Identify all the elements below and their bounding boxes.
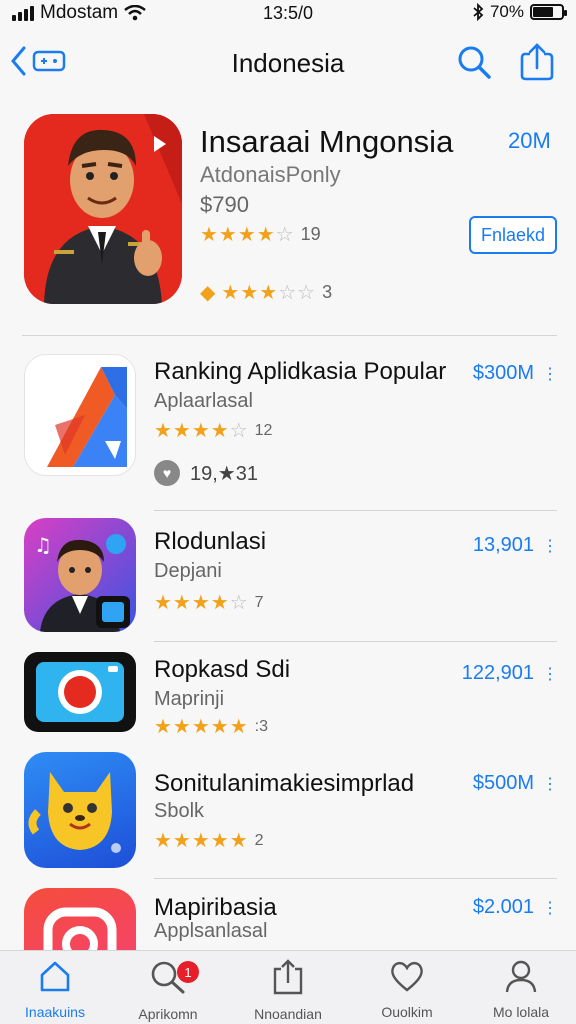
- tab-profile[interactable]: Mo lolala: [466, 959, 576, 1020]
- star-rating: ★★★★★: [154, 830, 249, 852]
- search-icon[interactable]: [456, 44, 492, 80]
- featured-app-secondary-rating: ◆ ★★★☆☆ 3: [200, 280, 332, 305]
- battery-icon: [530, 4, 567, 20]
- app-icon[interactable]: ♫: [24, 518, 136, 632]
- battery-percent: 70%: [489, 2, 524, 21]
- share-icon[interactable]: [518, 42, 556, 82]
- tab-label: Ouolkim: [381, 1004, 433, 1020]
- tab-label: Mo lolala: [492, 1004, 550, 1020]
- rating-count: 2: [254, 831, 264, 849]
- star-rating: ★★★★☆: [200, 224, 295, 246]
- app-rating: ★★★★★ 2: [154, 828, 264, 853]
- app-name[interactable]: Ropkasd Sdi: [154, 656, 290, 684]
- featured-app-name[interactable]: Insaraai Mngonsia: [200, 124, 453, 160]
- notification-badge: 1: [177, 961, 199, 983]
- app-subtitle: Depjani: [154, 560, 222, 582]
- app-icon[interactable]: [24, 752, 136, 868]
- tab-bar: Inaakuins 1 Aprikomn Nnoandian Ouolkim M…: [0, 950, 576, 1024]
- more-icon: ⋮: [542, 665, 558, 683]
- navigation-bar: Indonesia: [0, 36, 576, 92]
- price-label: 13,901: [472, 534, 534, 556]
- rating-count: 3: [322, 282, 333, 302]
- star-rating: ★★★★☆: [154, 420, 249, 442]
- app-subtitle: Applsanlasal: [154, 920, 268, 942]
- home-icon: [40, 961, 70, 992]
- app-subtitle: Aplaarlasal: [154, 390, 253, 412]
- tab-search[interactable]: 1 Aprikomn: [113, 959, 223, 1022]
- tab-label: Inaakuins: [25, 1004, 85, 1020]
- bluetooth-icon: [473, 3, 484, 21]
- app-rating: ★★★★☆ 7: [154, 590, 264, 615]
- status-bar: Mdostam 13:5/0 70%: [0, 0, 576, 26]
- app-icon[interactable]: [24, 888, 136, 950]
- app-name[interactable]: Ranking Aplidkasia Popular: [154, 358, 446, 386]
- tab-home[interactable]: Inaakuins: [0, 959, 110, 1020]
- tab-label: Nnoandian: [254, 1006, 322, 1022]
- heart-icon: ♥: [154, 460, 180, 486]
- list-item[interactable]: Mapiribasia Applsanlasal $2.001 ⋮: [0, 888, 576, 950]
- rating-count: :3: [254, 717, 268, 735]
- person-icon: [505, 960, 537, 993]
- rating-count: 12: [254, 421, 273, 439]
- featured-app-rating: ★★★★☆ 19: [200, 222, 321, 247]
- list-item[interactable]: Ranking Aplidkasia Popular Aplaarlasal ★…: [0, 352, 576, 486]
- more-icon: ⋮: [542, 775, 558, 793]
- app-subtitle: Sbolk: [154, 800, 205, 822]
- star-rating: ★★★★★: [154, 716, 249, 738]
- get-button[interactable]: Fnlaekd: [469, 216, 557, 254]
- price-label: $500M: [472, 772, 534, 794]
- app-price[interactable]: 122,901 ⋮: [462, 662, 558, 685]
- app-extra-value: 19,★31: [190, 462, 258, 485]
- divider: [154, 510, 557, 511]
- app-price[interactable]: $2.001 ⋮: [473, 896, 558, 919]
- app-name[interactable]: Rlodunlasi: [154, 528, 266, 556]
- divider: [154, 878, 557, 879]
- tab-label: Aprikomn: [138, 1006, 198, 1022]
- app-price[interactable]: $500M ⋮: [473, 772, 558, 795]
- price-label: $2.001: [472, 896, 534, 918]
- star-rating: ★★★★☆: [154, 592, 249, 614]
- more-icon: ⋮: [542, 899, 558, 917]
- featured-app-size: 20M: [508, 128, 551, 153]
- price-label: $300M: [472, 362, 534, 384]
- rating-count: 19: [300, 224, 321, 244]
- price-label: 122,901: [461, 662, 534, 684]
- more-icon: ⋮: [542, 365, 558, 383]
- divider: [154, 641, 557, 642]
- tab-favorites[interactable]: Ouolkim: [352, 959, 462, 1020]
- featured-app-price: $790: [200, 192, 249, 217]
- featured-app[interactable]: Insaraai Mngonsia 20M AtdonaisPonly $790…: [0, 108, 576, 304]
- app-price[interactable]: 13,901 ⋮: [473, 534, 558, 557]
- list-item[interactable]: Ropkasd Sdi Maprinji ★★★★★ :3 122,901 ⋮: [0, 650, 576, 740]
- app-icon[interactable]: [24, 354, 136, 476]
- app-extra: ♥ 19,★31: [154, 460, 258, 486]
- svg-text:♫: ♫: [34, 533, 52, 557]
- star-rating: ★★★☆☆: [221, 282, 317, 304]
- app-rating: ★★★★★ :3: [154, 714, 268, 739]
- list-item[interactable]: Sonitulanimakiesimprlad Sbolk ★★★★★ 2 $5…: [0, 752, 576, 872]
- list-item[interactable]: ♫ Rlodunlasi Depjani ★★★★☆ 7 13,901 ⋮: [0, 518, 576, 634]
- featured-app-icon[interactable]: [24, 114, 182, 304]
- app-name[interactable]: Mapiribasia: [154, 894, 277, 922]
- app-icon[interactable]: [24, 652, 136, 732]
- divider: [22, 335, 557, 336]
- heart-icon: [391, 961, 423, 992]
- rating-count: 7: [254, 593, 264, 611]
- tab-share[interactable]: Nnoandian: [233, 959, 343, 1022]
- more-icon: ⋮: [542, 537, 558, 555]
- app-rating: ★★★★☆ 12: [154, 418, 272, 443]
- share-icon: [273, 959, 303, 995]
- app-name[interactable]: Sonitulanimakiesimprlad: [154, 770, 414, 798]
- featured-app-developer: AtdonaisPonly: [200, 162, 341, 187]
- app-price[interactable]: $300M ⋮: [473, 362, 558, 385]
- gem-icon: ◆: [200, 282, 216, 304]
- app-subtitle: Maprinji: [154, 688, 225, 710]
